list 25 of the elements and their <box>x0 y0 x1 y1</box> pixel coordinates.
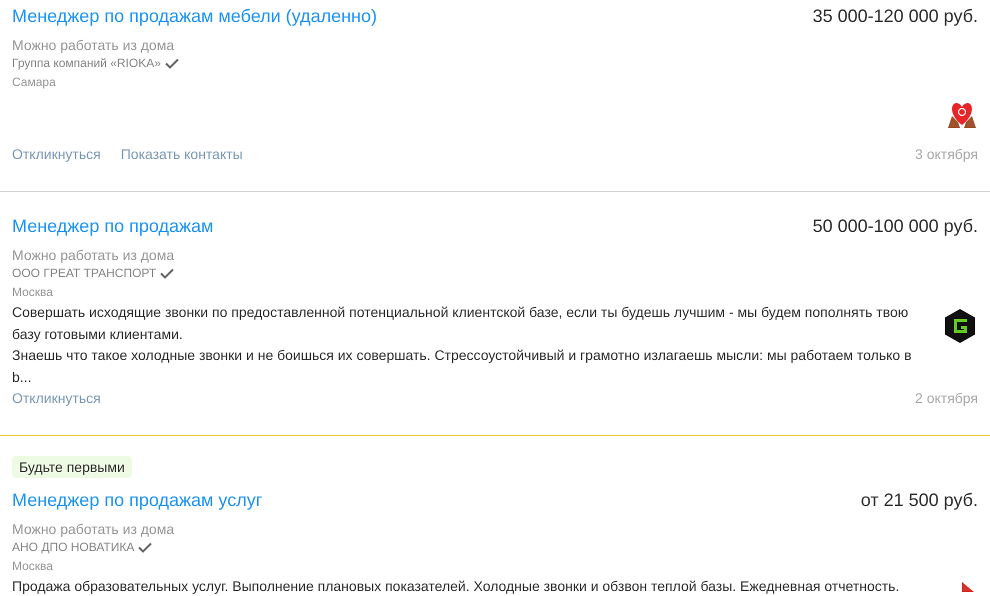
hexagon-logo-icon <box>942 308 978 344</box>
description-text: Продажа образовательных услуг. Выполнение плановых показателей. Холодные звонки и обзвон теплой базы. Ежедневная отчетность. <box>12 577 900 596</box>
company-name: ООО ГРЕАТ ТРАНСПОРТ <box>12 265 156 282</box>
date: 2 октября <box>915 389 978 408</box>
company-name: Группа компаний «RIOKA» <box>12 55 161 72</box>
remote-work-label: Можно работать из дома <box>12 520 176 538</box>
vacancy-title-link[interactable]: Менеджер по продажам <box>12 214 214 238</box>
salary: от 21 500 руб. <box>860 489 978 512</box>
remote-work-label: Можно работать из дома <box>12 246 176 264</box>
city: Самара <box>12 74 57 91</box>
remote-work-label: Можно работать из дома <box>12 36 176 54</box>
city: Москва <box>12 284 54 301</box>
description-text: Совершать исходящие звонки по предоставленной потенциальной клиентской базе, если ты будешь лучшим - мы будем пополнять твою базу готовыми клиентами. <box>12 303 910 344</box>
action-link[interactable]: Откликнуться <box>12 144 101 164</box>
salary: 50 000-100 000 руб. <box>812 215 978 238</box>
date: 3 октября <box>915 145 978 164</box>
company-name: АНО ДПО НОВАТИКА <box>12 539 134 556</box>
vacancy-title-link[interactable]: Менеджер по продажам мебели (удаленно) <box>12 4 377 28</box>
city: Москва <box>12 558 54 575</box>
action-link[interactable]: Откликнуться <box>12 388 101 408</box>
salary: 35 000-120 000 руб. <box>812 5 978 28</box>
description-text: Знаешь что такое холодные звонки и не боишься их совершать. Стрессоустойчивый и грамотно излагаешь мысли: мы работаем только в b... <box>12 346 913 386</box>
action-link[interactable]: Показать контакты <box>120 144 243 164</box>
vacancy-title-link[interactable]: Менеджер по продажам услуг <box>12 488 262 512</box>
badge: Будьте первыми <box>12 456 132 478</box>
